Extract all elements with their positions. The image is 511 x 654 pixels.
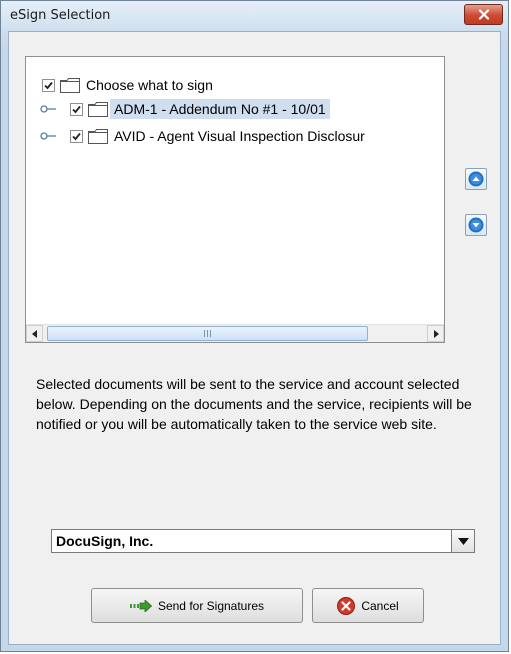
tree-item-checkbox[interactable] xyxy=(70,129,83,143)
service-dropdown[interactable]: DocuSign, Inc. xyxy=(51,529,475,553)
cancel-button[interactable]: Cancel xyxy=(312,588,424,623)
send-arrow-icon xyxy=(129,599,152,612)
arrow-down-icon xyxy=(468,217,484,233)
title-bar: eSign Selection xyxy=(1,1,508,31)
cancel-button-label: Cancel xyxy=(361,598,399,613)
send-button-label: Send for Signatures xyxy=(157,598,265,613)
tree-root-label: Choose what to sign xyxy=(86,77,213,93)
tree-expand-handle-icon[interactable] xyxy=(40,131,56,141)
tree-root-checkbox[interactable] xyxy=(42,78,55,92)
tree-item-adm-1[interactable]: ADM-1 - Addendum No #1 - 10/01 xyxy=(70,98,330,120)
check-icon xyxy=(72,105,81,113)
window-title: eSign Selection xyxy=(10,8,111,23)
close-button[interactable] xyxy=(464,4,503,25)
folder-icon xyxy=(60,77,80,93)
scroll-left-button[interactable] xyxy=(26,325,43,342)
move-down-button[interactable] xyxy=(465,214,487,236)
service-dropdown-value: DocuSign, Inc. xyxy=(56,533,154,549)
tree-item-label: AVID - Agent Visual Inspection Disclosur xyxy=(114,128,365,144)
chevron-down-icon xyxy=(457,537,469,545)
send-for-signatures-button[interactable]: Send for Signatures xyxy=(91,588,303,623)
close-icon xyxy=(478,9,489,20)
scroll-right-button[interactable] xyxy=(427,325,444,342)
arrow-up-icon xyxy=(468,171,484,187)
cancel-x-icon xyxy=(337,596,356,615)
tree-item-avid[interactable]: AVID - Agent Visual Inspection Disclosur xyxy=(70,125,365,147)
grip-icon xyxy=(204,330,211,337)
check-icon xyxy=(72,132,81,140)
folder-icon xyxy=(88,101,108,117)
move-up-button[interactable] xyxy=(465,168,487,190)
tree-item-label: ADM-1 - Addendum No #1 - 10/01 xyxy=(110,99,330,119)
esign-selection-window: eSign Selection Choose what to sign ADM-… xyxy=(0,0,509,652)
check-icon xyxy=(44,81,53,89)
tree-horizontal-scrollbar[interactable] xyxy=(26,324,444,342)
arrow-right-icon xyxy=(433,329,439,338)
tree-expand-handle-icon[interactable] xyxy=(40,104,56,114)
info-text: Selected documents will be sent to the s… xyxy=(36,376,472,432)
dropdown-toggle-button[interactable] xyxy=(451,530,474,552)
tree-root-row[interactable]: Choose what to sign xyxy=(42,74,213,96)
arrow-left-icon xyxy=(31,329,37,338)
folder-icon xyxy=(88,128,108,144)
tree-item-checkbox[interactable] xyxy=(70,102,83,116)
scroll-thumb[interactable] xyxy=(47,326,368,341)
dialog-content: Choose what to sign ADM-1 - Addendum No … xyxy=(8,31,501,645)
document-tree[interactable]: Choose what to sign ADM-1 - Addendum No … xyxy=(25,56,445,343)
